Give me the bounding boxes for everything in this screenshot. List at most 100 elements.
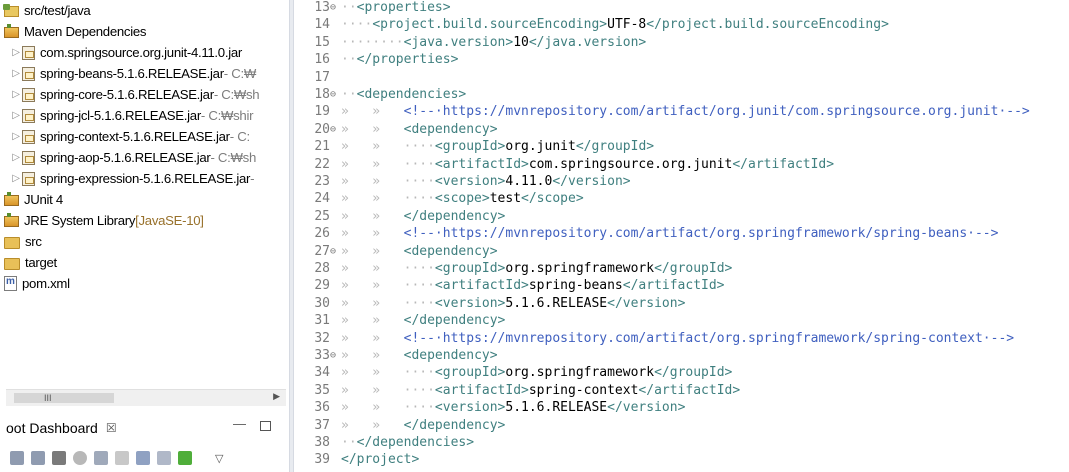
minimize-button[interactable]: — bbox=[233, 416, 246, 431]
tree-item[interactable]: target bbox=[4, 252, 57, 273]
fold-toggle-icon[interactable]: ⊖ bbox=[330, 86, 336, 103]
tree-item[interactable]: ▷ spring-context-5.1.6.RELEASE.jar - C: bbox=[10, 126, 250, 147]
filter-icon[interactable] bbox=[157, 451, 171, 465]
expand-arrow-icon[interactable]: ▷ bbox=[10, 152, 22, 163]
line-number: 21 bbox=[314, 139, 330, 155]
tree-item[interactable]: ▷ spring-expression-5.1.6.RELEASE.jar - bbox=[10, 168, 254, 189]
code-line[interactable]: 39 </project> bbox=[294, 451, 1069, 468]
expand-arrow-icon[interactable]: ▷ bbox=[10, 68, 22, 79]
code-line[interactable]: 32 » » <!--·https://mvnrepository.com/art… bbox=[294, 330, 1069, 347]
view-menu-icon[interactable]: ▽ bbox=[215, 452, 223, 465]
horizontal-scrollbar[interactable]: III ▶ bbox=[6, 389, 286, 406]
code-line[interactable]: 35 » » ····<artifactId>spring-context</ar… bbox=[294, 382, 1069, 399]
xml-tag: <artifactId> bbox=[434, 278, 529, 294]
expand-arrow-icon[interactable]: ▷ bbox=[10, 89, 22, 100]
code-line[interactable]: 37 » » </dependency> bbox=[294, 417, 1069, 434]
tree-item-label: JUnit 4 bbox=[24, 192, 63, 207]
console-icon[interactable] bbox=[94, 451, 108, 465]
code-line[interactable]: 15 ········<java.version>10</java.version… bbox=[294, 34, 1069, 51]
tree-item[interactable]: src bbox=[4, 231, 42, 252]
xml-tag: </dependency> bbox=[403, 208, 506, 224]
code-line[interactable]: 29 » » ····<artifactId>spring-beans</arti… bbox=[294, 277, 1069, 294]
fold-toggle-icon[interactable]: ⊖ bbox=[330, 121, 336, 138]
code-line[interactable]: 20 ⊖ » » <dependency> bbox=[294, 121, 1069, 138]
expand-arrow-icon[interactable]: ▷ bbox=[10, 131, 22, 142]
tree-item[interactable]: JUnit 4 bbox=[4, 189, 63, 210]
scroll-right-arrow-icon[interactable]: ▶ bbox=[273, 391, 280, 402]
xml-tag: </artifactId> bbox=[732, 156, 835, 172]
tree-item[interactable]: Maven Dependencies bbox=[4, 21, 146, 42]
whitespace-marker: ·· bbox=[341, 87, 357, 102]
whitespace-marker: » » ···· bbox=[341, 365, 435, 381]
pom-xml-editor[interactable]: 13 ⊖ ··<properties> 14 ····<project.build.so… bbox=[294, 0, 1069, 472]
expand-arrow-icon[interactable]: ▷ bbox=[10, 47, 22, 58]
scrollbar-thumb[interactable]: III bbox=[14, 393, 114, 403]
code-line[interactable]: 13 ⊖ ··<properties> bbox=[294, 0, 1069, 16]
code-line[interactable]: 31 » » </dependency> bbox=[294, 312, 1069, 329]
boot-dashboard-tab[interactable]: oot Dashboard ☒ bbox=[6, 420, 117, 436]
fold-toggle-icon[interactable]: ⊖ bbox=[330, 347, 336, 364]
code-line[interactable]: 23 » » ····<version>4.11.0</version> bbox=[294, 173, 1069, 190]
code-text: </project> bbox=[341, 451, 419, 468]
start-icon[interactable] bbox=[10, 451, 24, 465]
code-line[interactable]: 16 ··</properties> bbox=[294, 51, 1069, 68]
code-text: ··</dependencies> bbox=[341, 434, 474, 451]
tree-item[interactable]: src/test/java bbox=[3, 0, 91, 21]
stop-icon[interactable] bbox=[52, 451, 66, 465]
xml-tag: <version> bbox=[434, 174, 506, 189]
open-browser-icon[interactable] bbox=[73, 451, 87, 465]
xml-tag: </project> bbox=[341, 452, 420, 468]
debug-icon[interactable] bbox=[31, 451, 45, 465]
close-icon[interactable]: ☒ bbox=[106, 421, 117, 435]
xml-text: 10 bbox=[513, 34, 529, 50]
maximize-button[interactable] bbox=[260, 421, 271, 431]
code-line[interactable]: 22 » » ····<artifactId>com.springsource.o… bbox=[294, 156, 1069, 173]
xml-tag: </groupId> bbox=[654, 261, 733, 276]
line-number: 13 bbox=[314, 0, 330, 15]
code-line[interactable]: 34 » » ····<groupId>org.springframework</… bbox=[294, 364, 1069, 381]
line-number: 33 bbox=[314, 348, 330, 363]
line-number: 34 bbox=[314, 365, 330, 381]
fold-toggle-icon[interactable]: ⊖ bbox=[330, 243, 336, 260]
xml-text: 5.1.6.RELEASE bbox=[505, 295, 608, 311]
boot-dashboard-title: oot Dashboard bbox=[6, 420, 98, 436]
expand-arrow-icon[interactable]: ▷ bbox=[10, 110, 22, 121]
properties-icon[interactable] bbox=[136, 451, 150, 465]
tree-item[interactable]: ▷ com.springsource.org.junit-4.11.0.jar bbox=[10, 42, 242, 63]
code-line[interactable]: 38 ··</dependencies> bbox=[294, 434, 1069, 451]
tree-item[interactable]: ▷ spring-core-5.1.6.RELEASE.jar - C:₩sh bbox=[10, 84, 259, 105]
line-number: 30 bbox=[314, 295, 330, 311]
expand-arrow-icon[interactable]: ▷ bbox=[10, 173, 22, 184]
edit-icon[interactable] bbox=[115, 451, 129, 465]
tree-item[interactable]: ▷ spring-jcl-5.1.6.RELEASE.jar - C:₩shir bbox=[10, 105, 253, 126]
code-text: » » ····<scope>test</scope> bbox=[341, 190, 584, 207]
tree-item[interactable]: ▷ spring-aop-5.1.6.RELEASE.jar - C:₩sh bbox=[10, 147, 256, 168]
code-line[interactable]: 21 » » ····<groupId>org.junit</groupId> bbox=[294, 138, 1069, 155]
code-text: ····<project.build.sourceEncoding>UTF-8<… bbox=[341, 16, 889, 33]
line-number: 16 bbox=[314, 52, 330, 68]
xml-text: 5.1.6.RELEASE bbox=[505, 400, 608, 416]
add-icon[interactable] bbox=[178, 451, 192, 465]
code-line[interactable]: 26 » » <!--·https://mvnrepository.com/art… bbox=[294, 225, 1069, 242]
xml-text: spring-beans bbox=[528, 278, 623, 294]
code-line[interactable]: 30 » » ····<version>5.1.6.RELEASE</versio… bbox=[294, 295, 1069, 312]
xml-tag: <dependency> bbox=[403, 348, 498, 363]
code-line[interactable]: 28 » » ····<groupId>org.springframework</… bbox=[294, 260, 1069, 277]
code-text: » » </dependency> bbox=[341, 312, 505, 329]
fold-toggle-icon[interactable]: ⊖ bbox=[330, 0, 336, 16]
xml-tag: <dependencies> bbox=[356, 87, 467, 102]
tree-item[interactable]: JRE System Library [JavaSE-10] bbox=[4, 210, 204, 231]
tree-item[interactable]: pom.xml bbox=[4, 273, 70, 294]
code-line[interactable]: 18 ⊖ ··<dependencies> bbox=[294, 86, 1069, 103]
code-line[interactable]: 33 ⊖ » » <dependency> bbox=[294, 347, 1069, 364]
line-number: 20 bbox=[314, 121, 330, 137]
code-line[interactable]: 24 » » ····<scope>test</scope> bbox=[294, 190, 1069, 207]
code-line[interactable]: 27 ⊖ » » <dependency> bbox=[294, 243, 1069, 260]
code-line[interactable]: 25 » » </dependency> bbox=[294, 208, 1069, 225]
code-line[interactable]: 14 ····<project.build.sourceEncoding>UTF-… bbox=[294, 16, 1069, 33]
code-line[interactable]: 36 » » ····<version>5.1.6.RELEASE</versio… bbox=[294, 399, 1069, 416]
code-line[interactable]: 19 » » <!--·https://mvnrepository.com/art… bbox=[294, 103, 1069, 120]
tree-item[interactable]: ▷ spring-beans-5.1.6.RELEASE.jar - C:₩ bbox=[10, 63, 256, 84]
code-line[interactable]: 17 bbox=[294, 69, 1069, 86]
xml-tag: <version> bbox=[434, 400, 506, 416]
